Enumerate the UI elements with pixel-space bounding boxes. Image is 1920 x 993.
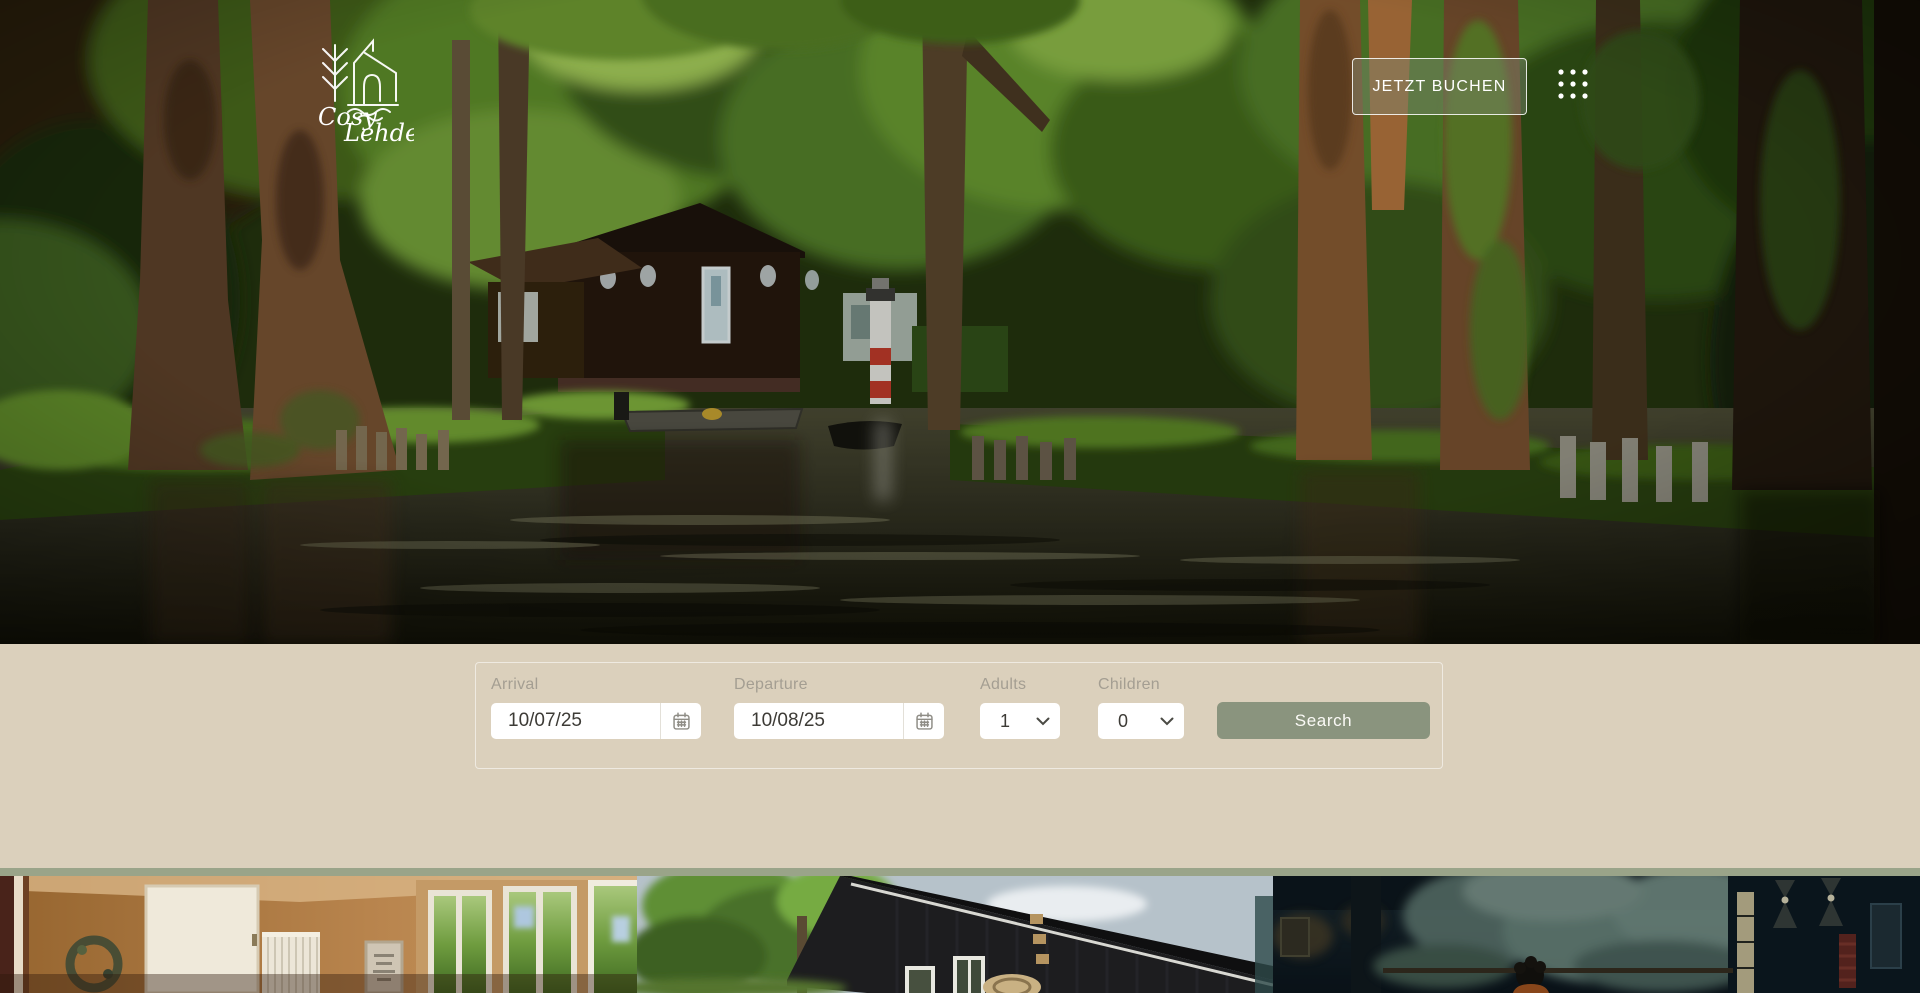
arrival-date-input[interactable]	[491, 703, 660, 739]
hero-image	[0, 0, 1920, 644]
adults-label: Adults	[980, 676, 1060, 694]
adults-select[interactable]: 1	[980, 703, 1060, 739]
chevron-down-icon	[1160, 717, 1174, 726]
arrival-calendar-button[interactable]	[660, 703, 701, 739]
children-field-group: Children 0	[1098, 676, 1184, 739]
interior-photo	[0, 876, 637, 993]
photo-gallery-strip	[0, 876, 1920, 993]
children-label: Children	[1098, 676, 1184, 694]
departure-field-group: Departure	[734, 676, 944, 739]
section-separator-bar	[0, 868, 1920, 876]
night-scene-photo	[1273, 876, 1920, 993]
gallery-image-exterior[interactable]	[637, 876, 1273, 993]
booking-panel: Arrival	[475, 662, 1443, 769]
gallery-image-interior[interactable]	[0, 876, 637, 993]
house-and-branch-logo-icon: Cosy Lehde	[318, 33, 414, 143]
departure-label: Departure	[734, 676, 944, 694]
departure-calendar-button[interactable]	[903, 703, 944, 739]
calendar-icon	[671, 711, 692, 732]
booking-section: Arrival	[0, 644, 1920, 868]
departure-date-input[interactable]	[734, 703, 903, 739]
arrival-label: Arrival	[491, 676, 701, 694]
chevron-down-icon	[1036, 717, 1050, 726]
search-button[interactable]: Search	[1217, 702, 1430, 739]
jetzt-buchen-button[interactable]: JETZT BUCHEN	[1352, 58, 1527, 115]
house-exterior-photo	[637, 876, 1273, 993]
dots-grid-menu-icon	[1556, 67, 1590, 101]
logo-text-lehde: Lehde	[343, 119, 414, 143]
dots-menu-button[interactable]	[1549, 60, 1597, 108]
adults-selected-value: 1	[1000, 711, 1010, 732]
arrival-input-wrap	[491, 703, 701, 739]
calendar-icon	[914, 711, 935, 732]
children-select[interactable]: 0	[1098, 703, 1184, 739]
arrival-field-group: Arrival	[491, 676, 701, 739]
children-selected-value: 0	[1118, 711, 1128, 732]
site-logo[interactable]: Cosy Lehde	[318, 33, 414, 143]
departure-input-wrap	[734, 703, 944, 739]
hero-section: Cosy Lehde JETZT BUCHEN	[0, 0, 1920, 644]
gallery-image-night[interactable]	[1273, 876, 1920, 993]
adults-field-group: Adults 1	[980, 676, 1060, 739]
